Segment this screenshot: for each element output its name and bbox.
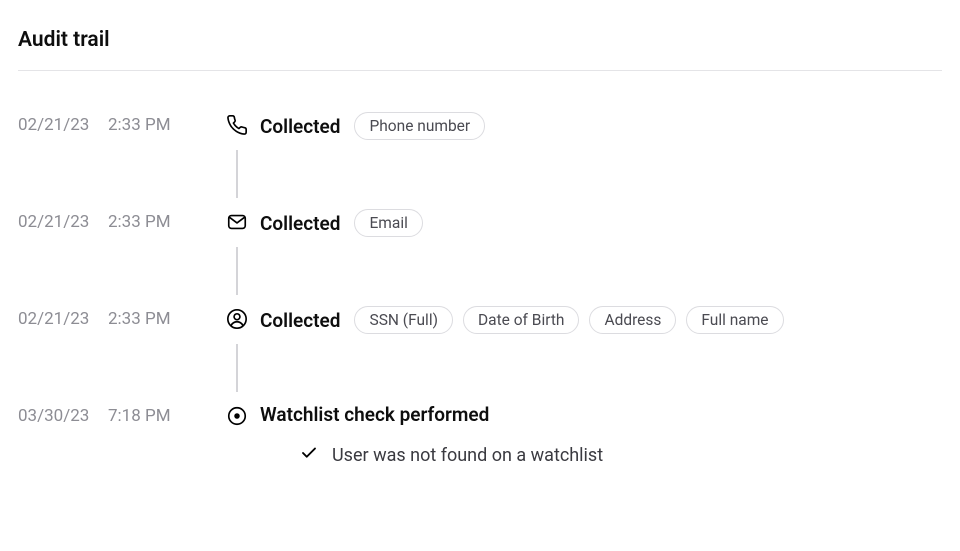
audit-entry: 02/21/23 2:33 PM Collected Phone number [18,111,942,140]
entry-detail: User was not found on a watchlist [300,444,603,466]
timeline-connector [214,140,260,208]
entry-action: Collected [260,212,340,235]
entry-date: 03/30/23 [18,402,108,428]
timeline-connector [214,334,260,402]
user-icon [225,305,249,333]
phone-icon [225,111,249,139]
entry-detail-text: User was not found on a watchlist [332,445,603,466]
entry-date: 02/21/23 [18,305,108,331]
audit-entry: 03/30/23 7:18 PM Watchlist check perform… [18,402,942,466]
entry-date: 02/21/23 [18,208,108,234]
entry-action: Watchlist check performed [260,403,489,426]
entry-time: 2:33 PM [108,305,214,331]
entry-action: Collected [260,115,340,138]
entry-time: 7:18 PM [108,402,214,428]
entry-time: 2:33 PM [108,111,214,137]
eye-icon [225,402,249,430]
entry-date: 02/21/23 [18,111,108,137]
tag-pill: Address [589,306,676,334]
tag-pill: Full name [686,306,783,334]
entry-time: 2:33 PM [108,208,214,234]
check-icon [300,444,318,466]
section-title: Audit trail [18,28,942,70]
tag-pill: Date of Birth [463,306,579,334]
mail-icon [225,208,249,236]
timeline-connector [214,237,260,305]
tag-pill: Phone number [354,112,485,140]
audit-entry: 02/21/23 2:33 PM Collected Email [18,208,942,237]
audit-entry: 02/21/23 2:33 PM Collected SSN (Full) Da… [18,305,942,334]
tag-pill: Email [354,209,422,237]
tag-pill: SSN (Full) [354,306,453,334]
audit-timeline: 02/21/23 2:33 PM Collected Phone number … [18,111,942,466]
section-divider [18,70,942,71]
entry-action: Collected [260,309,340,332]
